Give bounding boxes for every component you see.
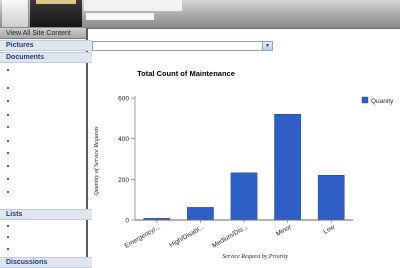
legend-label: Quanity (371, 98, 394, 105)
x-tick-label: Medium/Dis... (211, 224, 249, 250)
view-selector[interactable]: ▼ (92, 41, 273, 51)
nav-header-documents[interactable]: Documents (0, 52, 92, 63)
legend-swatch (361, 96, 369, 104)
site-logo[interactable] (2, 0, 29, 27)
x-axis-title: Service Request by Priority (222, 254, 288, 260)
site-subtitle (86, 13, 154, 20)
view-all-site-content-link[interactable]: View All Site Content (0, 28, 86, 39)
maintenance-chart: Total Count of Maintenance 0 200 400 600 Emer… (86, 56, 400, 265)
site-title (84, 0, 182, 11)
y-tick-label: 200 (118, 177, 129, 184)
nav-bullet (7, 87, 9, 89)
nav-bullet (7, 248, 9, 250)
y-axis-title: Quantity of Service Requests (93, 126, 100, 196)
nav-bullet (7, 126, 9, 128)
nav-header-lists[interactable]: Lists (0, 209, 92, 220)
nav-bullet (7, 152, 9, 154)
site-banner (0, 0, 400, 29)
x-tick-label: Emergency/... (124, 224, 162, 250)
nav-header-pictures[interactable]: Pictures (0, 40, 92, 51)
nav-bullet (7, 165, 9, 167)
y-tick-label: 600 (118, 96, 129, 103)
nav-header-discussions[interactable]: Discussions (0, 257, 92, 268)
chart-title: Total Count of Maintenance (137, 69, 235, 78)
x-tick-label: High/Disabl... (168, 224, 205, 249)
y-tick-label: 0 (125, 218, 129, 225)
bar (230, 172, 258, 221)
x-tick-label: Low (322, 224, 336, 236)
y-tick-label: 400 (118, 136, 129, 143)
nav-bullet (7, 114, 9, 116)
nav-bullet (7, 191, 9, 193)
quick-launch: View All Site Content Pictures Documents… (0, 28, 92, 268)
nav-bullet (7, 225, 9, 227)
bar (274, 114, 301, 221)
nav-bullet (7, 178, 9, 180)
bar (317, 175, 345, 221)
site-logo-image (30, 0, 82, 27)
chart-svg: Total Count of Maintenance 0 200 400 600 Emer… (93, 69, 394, 260)
bar (187, 207, 214, 221)
nav-bullet (7, 236, 9, 238)
x-tick-label: Minor (275, 223, 293, 238)
chevron-down-icon[interactable]: ▼ (262, 42, 272, 50)
nav-bullet (7, 100, 9, 102)
nav-bullet (7, 140, 9, 142)
nav-bullet (7, 69, 9, 71)
